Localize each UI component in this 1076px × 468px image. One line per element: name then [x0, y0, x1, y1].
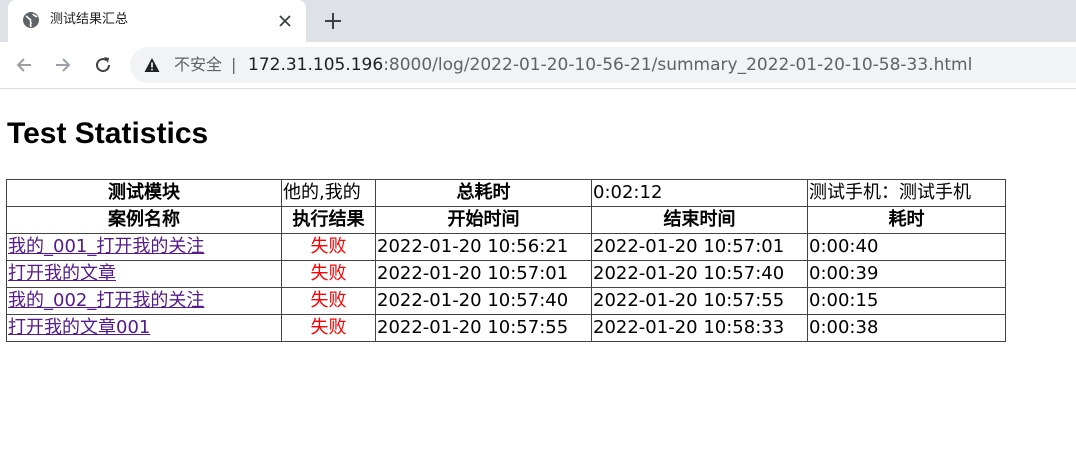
table-row: 打开我的文章001 失败 2022-01-20 10:57:55 2022-01… [6, 314, 1006, 342]
module-label: 测试模块 [6, 179, 282, 207]
back-icon[interactable] [14, 55, 34, 75]
case-link[interactable]: 打开我的文章 [8, 263, 116, 284]
end-time-cell: 2022-01-20 10:57:01 [591, 233, 808, 261]
table-row: 我的_002_打开我的关注 失败 2022-01-20 10:57:40 202… [6, 287, 1006, 315]
module-value: 他的,我的 [281, 179, 376, 207]
end-time-cell: 2022-01-20 10:57:40 [591, 260, 808, 288]
total-time-label: 总耗时 [375, 179, 592, 207]
duration-cell: 0:00:40 [807, 233, 1006, 261]
summary-row: 测试模块 他的,我的 总耗时 0:02:12 测试手机：测试手机 [6, 179, 1006, 207]
browser-toolbar: 不安全 | 172.31.105.196:8000/log/2022-01-20… [0, 42, 1076, 89]
case-link[interactable]: 打开我的文章001 [8, 317, 150, 338]
forward-icon[interactable] [53, 55, 73, 75]
column-header-duration: 耗时 [807, 206, 1006, 234]
duration-cell: 0:00:15 [807, 287, 1006, 315]
globe-icon [23, 12, 39, 28]
case-link[interactable]: 我的_002_打开我的关注 [8, 290, 204, 311]
close-icon[interactable] [276, 12, 294, 30]
plus-icon[interactable] [322, 10, 344, 32]
end-time-cell: 2022-01-20 10:57:55 [591, 287, 808, 315]
result-cell: 失败 [281, 287, 376, 315]
browser-tab[interactable]: 测试结果汇总 [8, 0, 306, 42]
url-path: :8000/log/2022-01-20-10-56-21/summary_20… [383, 55, 973, 75]
result-cell: 失败 [281, 260, 376, 288]
result-cell: 失败 [281, 314, 376, 342]
url-text[interactable]: 172.31.105.196:8000/log/2022-01-20-10-56… [248, 54, 972, 76]
case-name-cell: 我的_002_打开我的关注 [6, 287, 282, 315]
case-link[interactable]: 我的_001_打开我的关注 [8, 236, 204, 257]
reload-icon[interactable] [93, 55, 113, 75]
start-time-cell: 2022-01-20 10:57:40 [375, 287, 592, 315]
column-header-end: 结束时间 [591, 206, 808, 234]
column-header-name: 案例名称 [6, 206, 282, 234]
address-bar[interactable]: 不安全 | 172.31.105.196:8000/log/2022-01-20… [130, 47, 1076, 83]
header-row: 案例名称 执行结果 开始时间 结束时间 耗时 [6, 206, 1006, 234]
start-time-cell: 2022-01-20 10:57:01 [375, 260, 592, 288]
duration-cell: 0:00:38 [807, 314, 1006, 342]
case-name-cell: 打开我的文章001 [6, 314, 282, 342]
statistics-table: 测试模块 他的,我的 总耗时 0:02:12 测试手机：测试手机 案例名称 执行… [6, 179, 1006, 342]
end-time-cell: 2022-01-20 10:58:33 [591, 314, 808, 342]
case-name-cell: 我的_001_打开我的关注 [6, 233, 282, 261]
table-row: 我的_001_打开我的关注 失败 2022-01-20 10:56:21 202… [6, 233, 1006, 261]
separator: | [231, 55, 237, 74]
column-header-start: 开始时间 [375, 206, 592, 234]
security-label[interactable]: 不安全 [174, 55, 222, 75]
table-row: 打开我的文章 失败 2022-01-20 10:57:01 2022-01-20… [6, 260, 1006, 288]
duration-cell: 0:00:39 [807, 260, 1006, 288]
page-title: Test Statistics [7, 117, 209, 150]
total-time-value: 0:02:12 [591, 179, 808, 207]
case-name-cell: 打开我的文章 [6, 260, 282, 288]
device-info: 测试手机：测试手机 [807, 179, 1006, 207]
url-host: 172.31.105.196 [248, 55, 384, 75]
tab-title: 测试结果汇总 [50, 12, 129, 27]
browser-tab-bar: 测试结果汇总 [0, 0, 1076, 42]
start-time-cell: 2022-01-20 10:57:55 [375, 314, 592, 342]
warning-icon[interactable] [144, 57, 160, 73]
start-time-cell: 2022-01-20 10:56:21 [375, 233, 592, 261]
result-cell: 失败 [281, 233, 376, 261]
column-header-result: 执行结果 [281, 206, 376, 234]
